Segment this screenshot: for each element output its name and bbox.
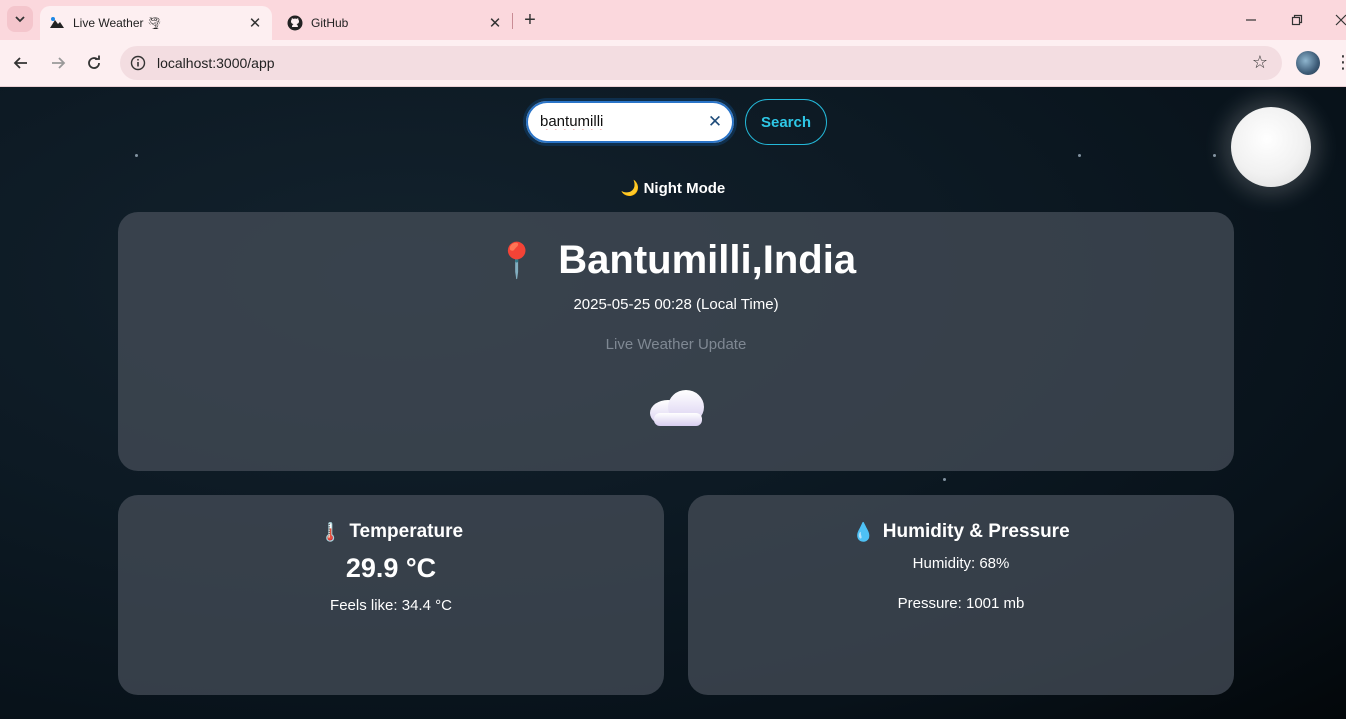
browser-toolbar: localhost:3000/app ☆ ⋮: [0, 40, 1346, 87]
close-tab-icon[interactable]: ✕: [244, 12, 266, 34]
temperature-heading: Temperature: [349, 521, 464, 542]
arrow-right-icon: [52, 57, 66, 69]
night-mode-label: 🌙 Night Mode: [620, 180, 726, 197]
tab-title: GitHub: [311, 16, 349, 30]
temperature-card: 🌡️ Temperature 29.9 °C Feels like: 34.4 …: [118, 495, 664, 695]
close-window-button[interactable]: [1326, 6, 1346, 34]
search-input[interactable]: [540, 113, 700, 130]
minimize-icon: [1246, 19, 1256, 21]
tab-github[interactable]: GitHub ✕: [278, 6, 512, 40]
humidity-pressure-card: 💧 Humidity & Pressure Humidity: 68% Pres…: [688, 495, 1234, 695]
temperature-title: 🌡️ Temperature: [118, 521, 664, 543]
humidity-pressure-title: 💧 Humidity & Pressure: [688, 521, 1234, 543]
star-decoration: [1078, 154, 1081, 157]
address-bar[interactable]: localhost:3000/app ☆: [120, 46, 1282, 80]
bookmark-star-icon[interactable]: ☆: [1252, 52, 1268, 73]
tab-live-weather[interactable]: Live Weather 🌪 ✕: [40, 6, 272, 40]
restore-icon: [1291, 14, 1303, 26]
humidity-pressure-heading: Humidity & Pressure: [882, 521, 1070, 542]
temperature-value: 29.9 °C: [345, 553, 437, 583]
thermometer-icon: 🌡️: [318, 521, 342, 542]
star-decoration: [1213, 154, 1216, 157]
location-header: 📍 Bantumilli,India: [118, 238, 1234, 283]
star-decoration: [135, 154, 138, 157]
arrow-left-icon: [13, 57, 27, 69]
reload-icon: [88, 55, 100, 69]
tab-title: Live Weather 🌪: [73, 16, 163, 30]
profile-avatar[interactable]: [1296, 51, 1320, 75]
back-button[interactable]: [8, 50, 34, 76]
moon-icon: [1231, 107, 1311, 187]
droplet-icon: 💧: [852, 521, 875, 542]
forward-button[interactable]: [45, 50, 71, 76]
site-info-icon[interactable]: [128, 53, 148, 73]
city-name: Bantumilli,India: [558, 238, 857, 282]
github-icon: [287, 15, 303, 31]
live-update-label: Live Weather Update: [605, 336, 747, 353]
cloud-icon: [650, 390, 704, 426]
local-time: 2025-05-25 00:28 (Local Time): [573, 296, 779, 313]
url-text: localhost:3000/app: [157, 55, 275, 71]
search-box: ✕: [523, 98, 737, 146]
browser-tab-strip: Live Weather 🌪 ✕ GitHub ✕ +: [0, 0, 1346, 40]
search-button[interactable]: Search: [745, 99, 827, 145]
location-card: 📍 Bantumilli,India 2025-05-25 00:28 (Loc…: [118, 212, 1234, 471]
close-icon: [1335, 14, 1346, 26]
weather-favicon-icon: [49, 15, 65, 31]
close-tab-icon[interactable]: ✕: [484, 12, 506, 34]
clear-search-icon[interactable]: ✕: [704, 111, 726, 133]
pressure-value: Pressure: 1001 mb: [897, 595, 1025, 612]
tab-divider: [512, 13, 513, 29]
browser-menu-icon[interactable]: ⋮: [1334, 52, 1346, 73]
star-decoration: [943, 478, 946, 481]
reload-button[interactable]: [81, 50, 107, 76]
minimize-button[interactable]: [1236, 6, 1266, 34]
weather-app: ✕ Search 🌙 Night Mode 📍 Bantumilli,India…: [0, 87, 1346, 719]
feels-like: Feels like: 34.4 °C: [330, 597, 452, 614]
pin-icon: 📍: [495, 241, 539, 280]
tab-search-button[interactable]: [7, 6, 33, 32]
new-tab-button[interactable]: +: [518, 8, 542, 32]
humidity-value: Humidity: 68%: [912, 555, 1010, 572]
restore-button[interactable]: [1282, 6, 1312, 34]
chevron-down-icon: [15, 16, 25, 23]
